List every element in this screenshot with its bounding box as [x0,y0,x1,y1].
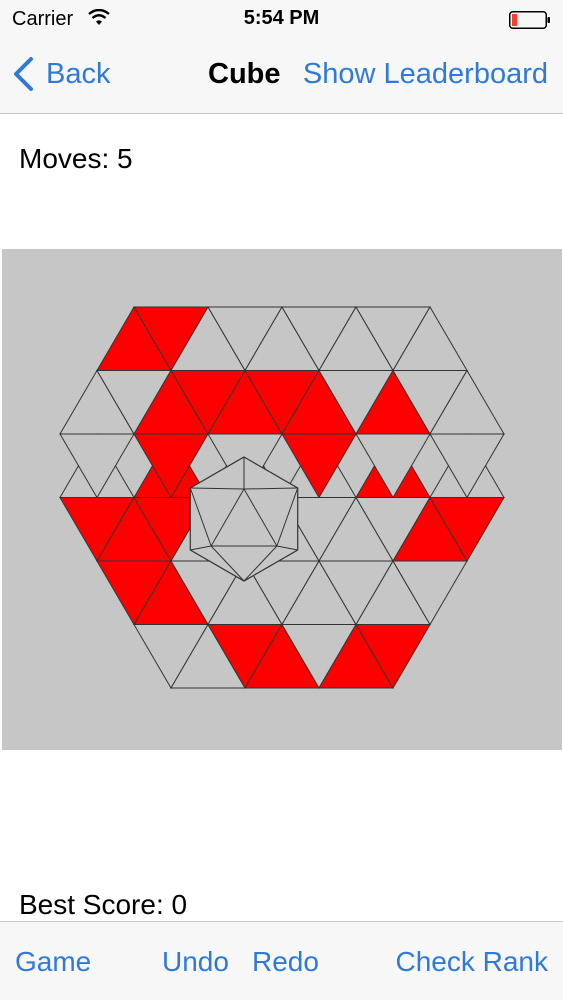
show-leaderboard-button[interactable]: Show Leaderboard [303,58,548,91]
bottom-toolbar: Game Undo Redo Check Rank [0,921,563,1000]
redo-button[interactable]: Redo [252,946,319,978]
battery-icon [509,11,550,29]
check-rank-button[interactable]: Check Rank [395,946,548,978]
best-score: Best Score: 0 [19,889,188,920]
back-button[interactable]: Back [12,54,110,94]
page-title: Cube [208,58,281,90]
status-time: 5:54 PM [243,7,320,29]
navigation-bar: Back Cube Show Leaderboard [0,40,563,114]
moves-counter: Moves: 5 [19,143,133,174]
game-board [2,249,562,750]
hex-board-svg [59,306,505,689]
game-screen: Carrier 5:54 PM Back Cube Show Leaderboa… [0,0,563,1000]
back-button-label: Back [46,57,111,90]
chevron-left-icon [14,57,33,91]
status-bar: Carrier 5:54 PM [0,0,563,40]
undo-button[interactable]: Undo [162,946,229,978]
game-button[interactable]: Game [15,946,91,978]
